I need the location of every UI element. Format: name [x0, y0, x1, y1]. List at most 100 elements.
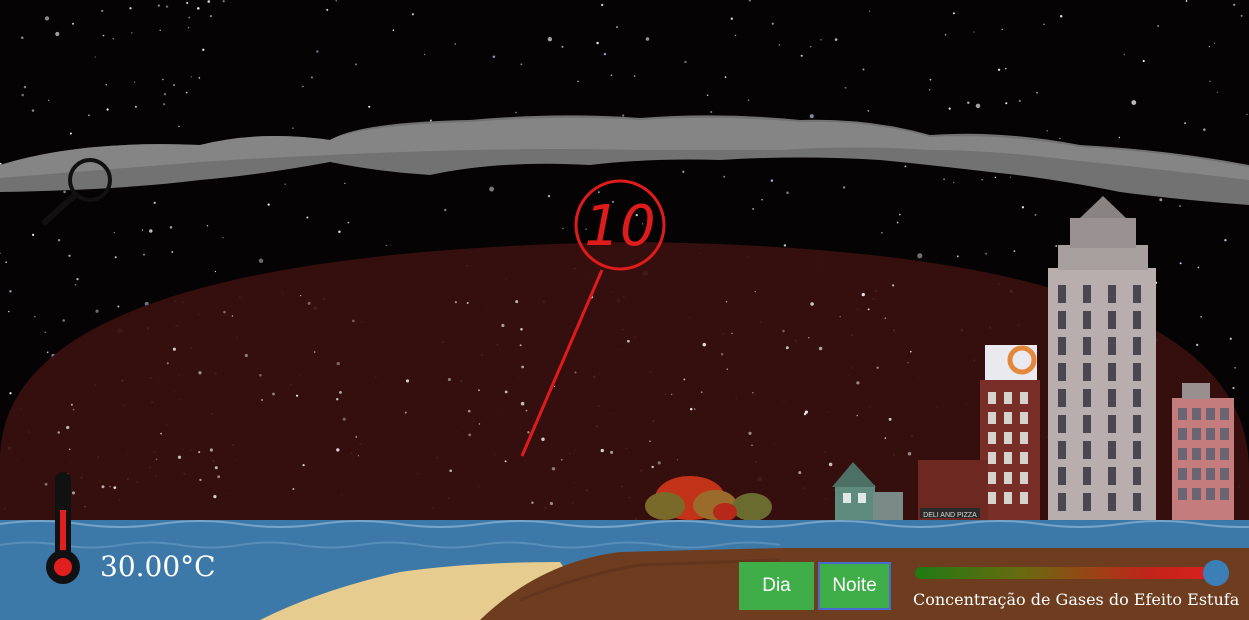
star	[809, 45, 812, 48]
star	[87, 114, 90, 117]
slider-thumb[interactable]	[1202, 560, 1229, 586]
star	[818, 346, 823, 351]
star	[808, 336, 810, 339]
window	[1020, 452, 1028, 464]
star	[299, 294, 302, 297]
star	[112, 38, 114, 40]
star	[8, 310, 10, 313]
star	[143, 253, 145, 256]
star	[520, 401, 525, 406]
star	[734, 34, 737, 37]
star	[547, 37, 553, 42]
window	[1220, 428, 1229, 440]
star	[338, 230, 341, 233]
star	[501, 323, 505, 328]
window	[1108, 389, 1116, 407]
star	[113, 231, 115, 234]
star	[1233, 3, 1236, 6]
window	[1058, 337, 1066, 355]
star	[392, 29, 395, 32]
star	[997, 68, 1001, 71]
star	[723, 175, 726, 178]
star	[171, 251, 174, 253]
star	[160, 432, 162, 435]
night-button[interactable]: Noite	[818, 562, 891, 610]
star	[57, 431, 60, 434]
star	[904, 165, 907, 168]
window	[1220, 408, 1229, 420]
star	[1246, 113, 1248, 116]
star	[72, 22, 74, 25]
star	[423, 53, 426, 56]
star	[310, 76, 313, 79]
star	[596, 41, 599, 45]
star	[856, 381, 860, 385]
star	[888, 417, 892, 421]
star	[188, 16, 191, 19]
star	[70, 403, 73, 406]
star	[844, 86, 847, 89]
star	[549, 501, 554, 506]
greenhouse-gas-slider[interactable]	[913, 560, 1239, 586]
star	[336, 361, 340, 366]
slider-track[interactable]	[915, 567, 1225, 579]
window	[1058, 363, 1066, 381]
star	[929, 78, 932, 81]
window	[1058, 285, 1066, 303]
window	[1108, 415, 1116, 433]
star	[531, 501, 534, 504]
star	[520, 63, 523, 66]
star	[1046, 129, 1048, 132]
window	[1206, 448, 1215, 460]
star	[541, 437, 545, 441]
window	[1178, 468, 1187, 480]
star	[1009, 176, 1012, 178]
star	[72, 408, 75, 411]
star	[862, 68, 865, 71]
star	[302, 85, 304, 88]
star	[909, 350, 912, 353]
star	[600, 448, 604, 453]
window	[1133, 415, 1141, 433]
star	[1001, 28, 1004, 31]
star	[259, 373, 262, 377]
star	[21, 36, 24, 40]
star	[809, 114, 814, 119]
star	[785, 346, 789, 350]
star	[199, 478, 202, 482]
star	[429, 119, 432, 122]
star	[336, 448, 340, 452]
window	[1133, 363, 1141, 381]
star	[129, 7, 132, 10]
window	[1108, 337, 1116, 355]
star	[106, 108, 109, 111]
window	[1004, 492, 1012, 504]
star	[881, 231, 883, 234]
star	[405, 379, 410, 383]
star	[489, 186, 495, 192]
star	[351, 319, 355, 323]
star	[1159, 198, 1163, 202]
star	[68, 254, 71, 257]
star	[9, 290, 12, 293]
window	[1192, 488, 1201, 500]
star	[223, 310, 226, 314]
window	[988, 492, 996, 504]
window	[1004, 472, 1012, 484]
star	[109, 485, 111, 488]
star	[172, 347, 176, 351]
window	[1192, 448, 1201, 460]
star	[68, 448, 71, 451]
star	[1123, 53, 1126, 56]
star	[956, 255, 959, 258]
star	[105, 84, 107, 86]
star	[454, 300, 458, 304]
star	[1229, 337, 1232, 340]
star	[339, 390, 342, 394]
star	[771, 22, 774, 25]
star	[645, 37, 650, 41]
star	[449, 469, 453, 473]
star	[447, 377, 451, 382]
star	[574, 371, 577, 374]
day-button[interactable]: Dia	[739, 562, 814, 610]
